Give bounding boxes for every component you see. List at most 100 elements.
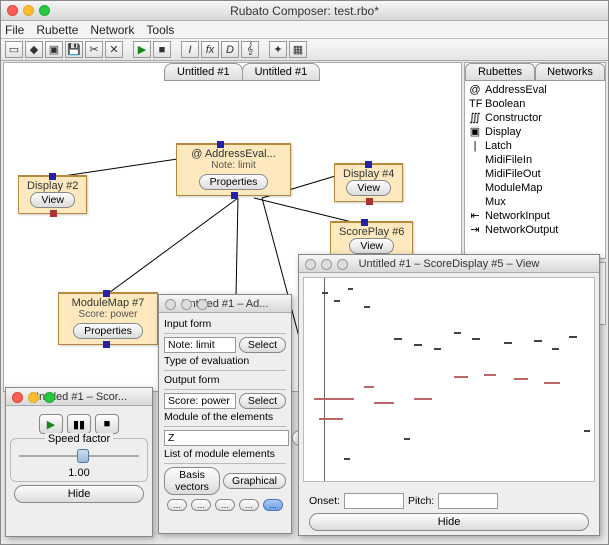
menu-rubette[interactable]: Rubette [36,23,78,37]
rubette-midifilein[interactable]: MidiFileIn [469,153,601,167]
menu-network[interactable]: Network [90,23,134,37]
netin-icon: ⇤ [469,209,481,223]
node-modulemap[interactable]: ModuleMap #7 Score: power Properties [58,292,158,345]
rubette-networkoutput[interactable]: ⇥NetworkOutput [469,223,601,237]
minimize-icon[interactable] [23,5,34,16]
scoreplay-panel[interactable]: Untitled #1 – Scor... ▶ ▮▮ ■ Speed facto… [5,387,153,537]
speed-slider[interactable] [19,449,139,463]
save-icon[interactable]: 💾 [65,41,83,58]
cut-icon[interactable]: ✂ [85,41,103,58]
scoreplay-hide-button[interactable]: Hide [14,485,144,503]
list-hdr: List of module elements [164,448,286,460]
tab-untitled-1b[interactable]: Untitled #1 [242,63,321,81]
node-addresseval-props-button[interactable]: Properties [199,174,269,190]
output-form-select-button[interactable]: Select [239,393,286,409]
sidebar: Rubettes Networks @AddressEval TFBoolean… [464,62,606,259]
latch-icon: | [469,139,481,153]
rubette-list: @AddressEval TFBoolean ∭Constructor ▣Dis… [465,81,605,239]
pause-button[interactable]: ▮▮ [67,414,91,434]
rubette-mux[interactable]: Mux [469,195,601,209]
page-dot-selected[interactable]: … [263,499,283,511]
zoom-icon[interactable] [44,392,55,403]
tool1-icon[interactable]: ✦ [269,41,287,58]
onset-input[interactable] [344,493,404,509]
zoom-icon[interactable] [337,259,348,270]
zoom-icon[interactable] [39,5,50,16]
rubette-latch[interactable]: |Latch [469,139,601,153]
node-display4-title: Display #4 [343,168,394,180]
close-icon[interactable] [12,392,23,403]
constructor-icon: ∭ [469,111,481,125]
basis-vectors-button[interactable]: Basis vectors [164,467,220,495]
sidebar-tab-rubettes[interactable]: Rubettes [465,63,535,81]
speed-value: 1.00 [15,467,143,479]
dot-pager: … … … … … [164,499,286,511]
menubar: File Rubette Network Tools [1,21,608,39]
rubette-midifileout[interactable]: MidiFileOut [469,167,601,181]
output-form-value: Score: power [164,393,236,409]
rubette-constructor[interactable]: ∭Constructor [469,111,601,125]
minimize-icon[interactable] [321,259,332,270]
rubette-networkinput[interactable]: ⇤NetworkInput [469,209,601,223]
rubette-addresseval[interactable]: @AddressEval [469,83,601,97]
sidebar-tab-networks[interactable]: Networks [535,63,605,81]
d-icon[interactable]: D [221,41,239,58]
page-dot[interactable]: … [167,499,187,511]
toolbar: ▭ ◆ ▣ 💾 ✂ ✕ ▶ ■ I fx D 𝄞 ✦ ▦ [1,39,608,61]
node-scoreplay-view-button[interactable]: View [349,238,394,254]
rubette-boolean[interactable]: TFBoolean [469,97,601,111]
node-addresseval[interactable]: @ AddressEval... Note: limit Properties [176,143,291,196]
node-display2-title: Display #2 [27,180,78,192]
at-icon: @ [469,83,481,97]
link-icon[interactable]: 𝄞 [241,41,259,58]
close-icon[interactable] [7,5,18,16]
score-plot[interactable] [303,277,595,482]
node-scoreplay-title: ScorePlay #6 [339,226,404,238]
node-addresseval-title: @ AddressEval... [185,148,282,160]
input-form-select-button[interactable]: Select [239,337,286,353]
graphical-button[interactable]: Graphical [223,473,286,489]
node-display4[interactable]: Display #4 View [334,163,403,202]
close-icon[interactable] [165,299,176,310]
node-modulemap-props-button[interactable]: Properties [73,323,143,339]
stop-button[interactable]: ■ [95,414,119,434]
module-input[interactable] [164,430,289,446]
close-icon[interactable] [305,259,316,270]
rubette-modulemap[interactable]: ModuleMap [469,181,601,195]
stop-icon[interactable]: ■ [153,41,171,58]
run-icon[interactable]: ▶ [133,41,151,58]
new-icon[interactable]: ▭ [5,41,23,58]
scoredisplay-view-panel[interactable]: Untitled #1 – ScoreDisplay #5 – View Ons… [298,254,600,536]
rubette-display[interactable]: ▣Display [469,125,601,139]
tab-untitled-1a[interactable]: Untitled #1 [164,63,243,81]
zoom-icon[interactable] [197,299,208,310]
minimize-icon[interactable] [181,299,192,310]
italic-icon[interactable]: I [181,41,199,58]
pitch-label: Pitch: [408,495,434,507]
netout-icon: ⇥ [469,223,481,237]
pitch-input[interactable] [438,493,498,509]
addresseval-panel[interactable]: Untitled #1 – Ad... Input form Note: lim… [158,294,292,534]
open-icon[interactable]: ◆ [25,41,43,58]
menu-tools[interactable]: Tools [146,23,174,37]
traffic-lights[interactable] [7,5,50,16]
node-display2-view-button[interactable]: View [30,192,75,208]
page-dot[interactable]: … [239,499,259,511]
minimize-icon[interactable] [28,392,39,403]
fx-icon[interactable]: fx [201,41,219,58]
display-icon: ▣ [469,125,481,139]
menu-file[interactable]: File [5,23,24,37]
delete-icon[interactable]: ✕ [105,41,123,58]
input-form-hdr: Input form [164,318,286,330]
canvas-tabs: Untitled #1 Untitled #1 [164,63,319,81]
page-dot[interactable]: … [191,499,211,511]
tool2-icon[interactable]: ▦ [289,41,307,58]
node-display4-view-button[interactable]: View [346,180,391,196]
main-titlebar: Rubato Composer: test.rbo* [1,1,608,21]
play-button[interactable]: ▶ [39,414,63,434]
page-dot[interactable]: … [215,499,235,511]
scoredisplay-hide-button[interactable]: Hide [309,513,589,531]
node-display2[interactable]: Display #2 View [18,175,87,214]
add-icon[interactable]: ▣ [45,41,63,58]
module-hdr: Module of the elements [164,411,286,423]
